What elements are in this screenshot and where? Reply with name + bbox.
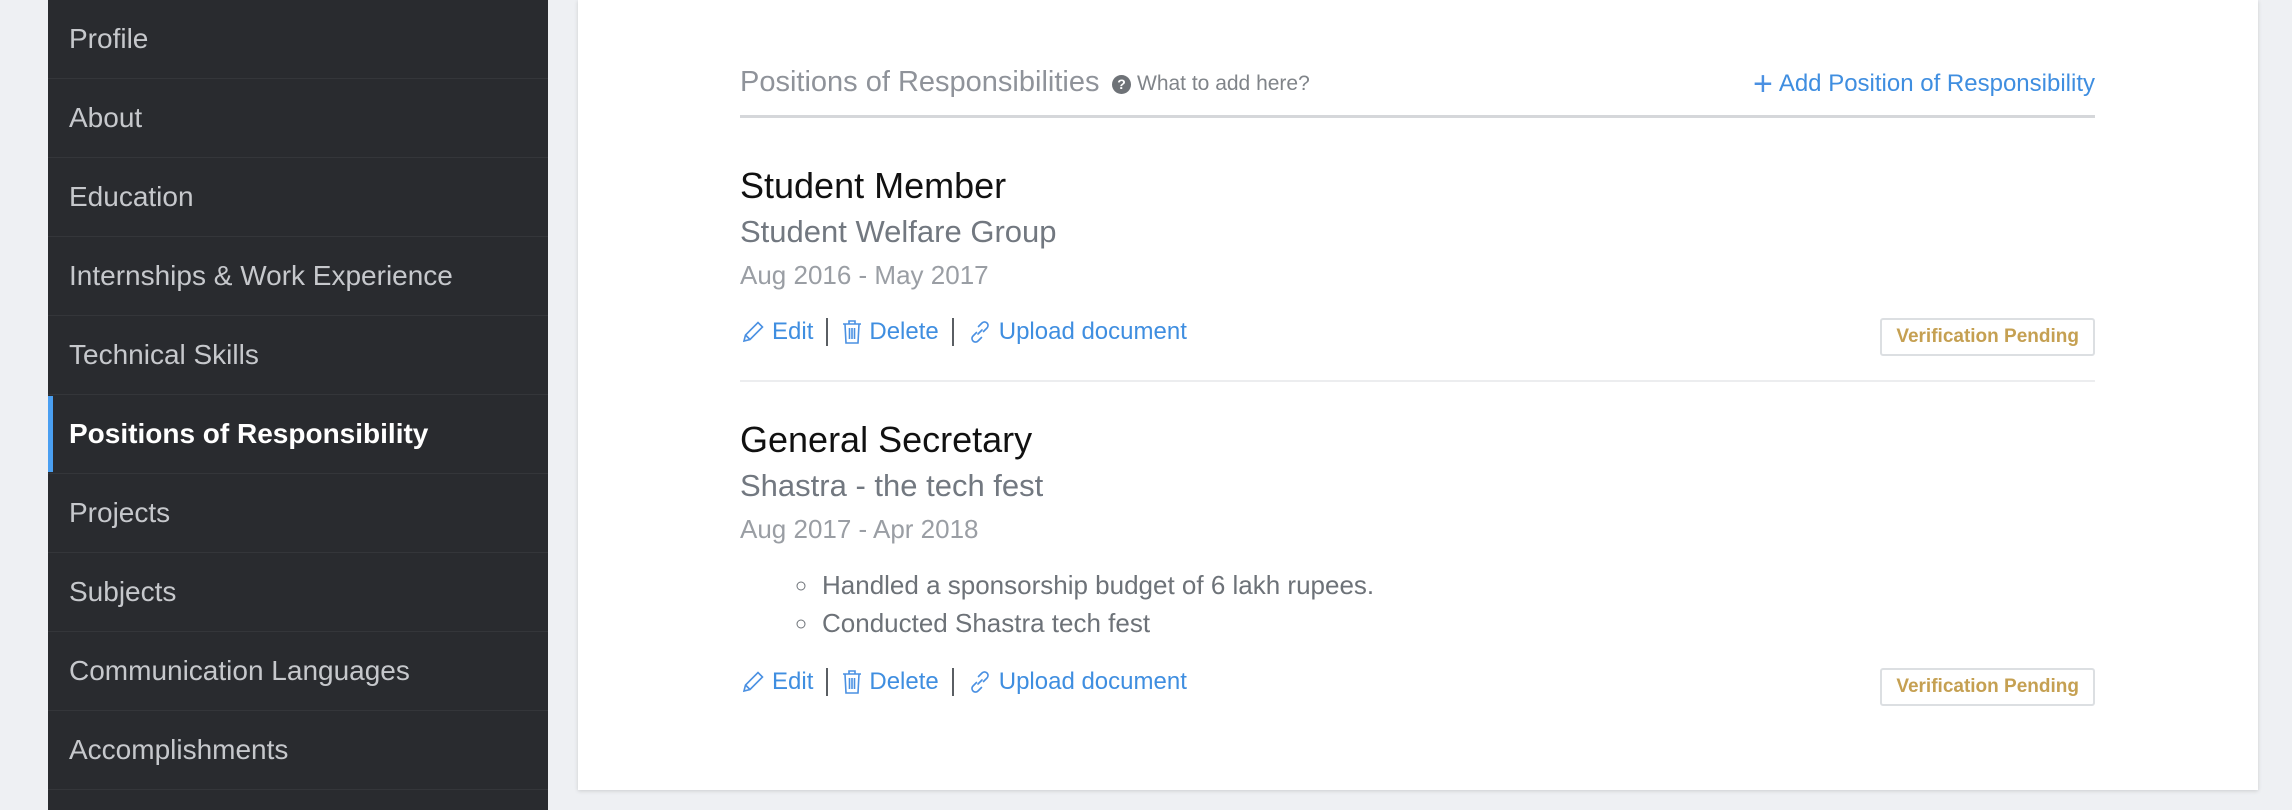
sidebar-item-internships[interactable]: Internships & Work Experience: [48, 237, 548, 316]
add-position-label: Add Position of Responsibility: [1778, 70, 2095, 97]
position-title: General Secretary: [740, 419, 1033, 460]
main-panel: Positions of Responsibilities ? What to …: [578, 0, 2258, 790]
position-actions-row: Edit Delete Upload document Verification…: [740, 318, 2095, 356]
sidebar-item-profile[interactable]: Profile: [48, 0, 548, 79]
action-separator: [826, 668, 829, 696]
edit-label: Edit: [772, 668, 814, 695]
section-title: Positions of Responsibilities: [740, 66, 1100, 98]
pencil-icon: [742, 321, 764, 343]
sidebar-item-subjects[interactable]: Subjects: [48, 553, 548, 632]
upload-document-button[interactable]: Upload document: [967, 318, 1187, 346]
help-link[interactable]: ? What to add here?: [1112, 72, 1310, 96]
position-date-range: Aug 2016 - May 2017: [740, 260, 989, 290]
edit-label: Edit: [772, 318, 814, 345]
position-date-range: Aug 2017 - Apr 2018: [740, 514, 979, 544]
position-organization: Student Welfare Group: [740, 214, 1057, 249]
list-item: Conducted Shastra tech fest: [820, 604, 2095, 642]
sidebar-item-label: Technical Skills: [69, 339, 259, 370]
sidebar-item-communication-languages[interactable]: Communication Languages: [48, 632, 548, 711]
action-separator: [826, 318, 829, 346]
position-actions-row: Edit Delete Upload document Verification…: [740, 668, 2095, 706]
sidebar-item-label: Subjects: [69, 576, 177, 607]
upload-label: Upload document: [998, 668, 1187, 695]
upload-document-button[interactable]: Upload document: [967, 668, 1187, 696]
help-text: What to add here?: [1137, 72, 1310, 95]
status-badge: Verification Pending: [1880, 318, 2095, 356]
position-title: Student Member: [740, 165, 1007, 206]
delete-label: Delete: [869, 668, 939, 695]
plus-icon: +: [1752, 65, 1773, 103]
list-item: Handled a sponsorship budget of 6 lakh r…: [820, 566, 2095, 604]
pencil-icon: [742, 671, 764, 693]
sidebar-item-label: Profile: [69, 23, 149, 54]
sidebar-item-label: Projects: [69, 497, 171, 528]
delete-label: Delete: [869, 318, 939, 345]
action-separator: [951, 668, 954, 696]
action-separator: [951, 318, 954, 346]
sidebar-item-label: About: [69, 102, 143, 133]
sidebar-item-about[interactable]: About: [48, 79, 548, 158]
sidebar-item-projects[interactable]: Projects: [48, 474, 548, 553]
status-badge: Verification Pending: [1880, 668, 2095, 706]
sidebar-item-technical-skills[interactable]: Technical Skills: [48, 316, 548, 395]
position-entry: General Secretary Shastra - the tech fes…: [740, 418, 2095, 642]
sidebar-item-label: Internships & Work Experience: [69, 260, 453, 291]
sidebar-nav: Profile About Education Internships & Wo…: [48, 0, 548, 810]
sidebar-item-accomplishments[interactable]: Accomplishments: [48, 711, 548, 790]
section-header: Positions of Responsibilities ? What to …: [740, 62, 2095, 118]
question-circle-icon: ?: [1112, 74, 1131, 94]
upload-label: Upload document: [998, 318, 1187, 345]
entry-divider: [740, 380, 2095, 382]
delete-button[interactable]: Delete: [841, 318, 939, 346]
sidebar-item-label: Communication Languages: [69, 655, 410, 686]
trash-icon: [843, 670, 862, 694]
edit-button[interactable]: Edit: [740, 318, 813, 346]
position-organization: Shastra - the tech fest: [740, 468, 1044, 503]
link-icon: [970, 321, 989, 343]
sidebar-item-education[interactable]: Education: [48, 158, 548, 237]
add-position-button[interactable]: + Add Position of Responsibility: [1752, 65, 2095, 103]
sidebar-item-label: Accomplishments: [69, 734, 289, 765]
position-entry: Student Member Student Welfare Group Aug…: [740, 164, 2095, 292]
trash-icon: [843, 320, 862, 344]
sidebar-item-label: Positions of Responsibility: [69, 418, 429, 449]
sidebar-item-positions[interactable]: Positions of Responsibility: [48, 395, 548, 474]
sidebar-item-label: Education: [69, 181, 194, 212]
link-icon: [970, 671, 989, 693]
position-description: Handled a sponsorship budget of 6 lakh r…: [740, 566, 2095, 642]
edit-button[interactable]: Edit: [740, 668, 813, 696]
delete-button[interactable]: Delete: [841, 668, 939, 696]
